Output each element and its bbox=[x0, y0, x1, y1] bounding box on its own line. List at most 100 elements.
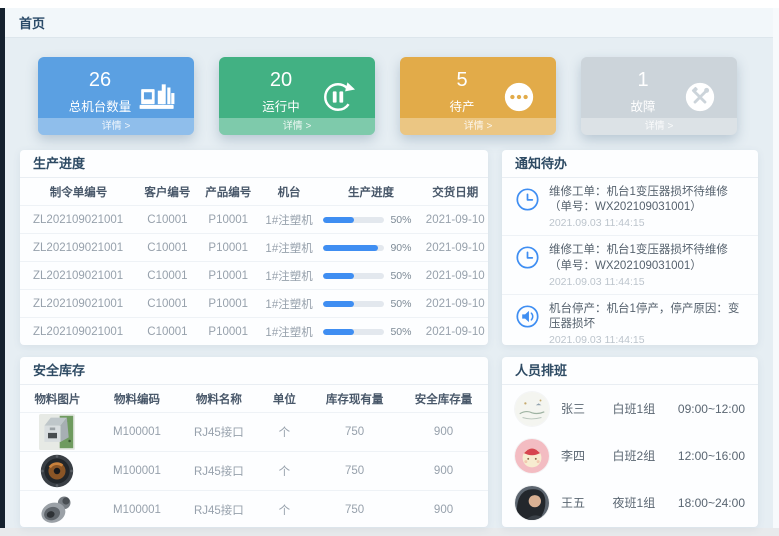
schedule-list: 张三 白班1组 09:00~12:00 李四 白班2组 12:00~16:00 … bbox=[502, 385, 758, 526]
stat-text: 1 故障 bbox=[597, 68, 689, 115]
table-row: ZL202109021001 C10001 P10001 1#注塑机 50% bbox=[20, 318, 488, 346]
machine-cell: 1#注塑机 bbox=[259, 318, 320, 346]
stock-qty-cell: 750 bbox=[310, 491, 399, 528]
stat-text: 26 总机台数量 bbox=[54, 68, 146, 115]
stat-label: 待产 bbox=[449, 96, 474, 115]
order-cell: ZL202109021001 bbox=[20, 290, 137, 318]
detail-link[interactable]: 详情 > bbox=[219, 118, 375, 135]
machine-cell: 1#注塑机 bbox=[259, 206, 320, 234]
progress-track bbox=[323, 273, 384, 279]
shift-time: 09:00~12:00 bbox=[678, 402, 745, 416]
material-image-cell bbox=[20, 452, 95, 491]
material-code-cell: M100001 bbox=[95, 491, 179, 528]
column-header: 安全库存量 bbox=[399, 385, 488, 413]
table-row: ZL202109021001 C10001 P10001 1#注塑机 50% bbox=[20, 206, 488, 234]
safety-qty-cell: 900 bbox=[399, 413, 488, 452]
tab-home[interactable]: 首页 bbox=[19, 13, 45, 32]
column-header: 物料图片 bbox=[20, 385, 95, 413]
column-header: 客户编号 bbox=[137, 178, 198, 206]
progress-track bbox=[323, 301, 384, 307]
stat-label: 总机台数量 bbox=[69, 96, 132, 115]
tools-icon bbox=[681, 80, 719, 114]
avatar-photo bbox=[515, 486, 549, 520]
column-header: 物料编码 bbox=[95, 385, 179, 413]
table-row: M100001 RJ45接口 个 750 900 bbox=[20, 452, 488, 491]
clock-icon bbox=[515, 187, 540, 212]
unit-cell: 个 bbox=[259, 452, 310, 491]
panel-title: 人员排班 bbox=[502, 357, 758, 385]
notification-item[interactable]: 机台停产：机台1停产，停产原因：变压器损坏 2021.09.03 11:44:1… bbox=[502, 295, 758, 345]
stat-card[interactable]: 1 故障 详情 > bbox=[581, 57, 737, 135]
notification-item[interactable]: 维修工单：机台1变压器损坏待维修（单号：WX202109031001） 2021… bbox=[502, 178, 758, 236]
stat-text: 20 运行中 bbox=[235, 68, 327, 115]
material-code-cell: M100001 bbox=[95, 413, 179, 452]
speaker-front-photo bbox=[39, 453, 75, 489]
notification-list: 维修工单：机台1变压器损坏待维修（单号：WX202109031001） 2021… bbox=[502, 178, 758, 345]
production-table: 制令单编号客户编号产品编号机台生产进度交货日期 ZL202109021001 C… bbox=[20, 178, 488, 345]
progress-fill bbox=[323, 273, 353, 279]
safety-qty-cell: 900 bbox=[399, 452, 488, 491]
detail-link[interactable]: 详情 > bbox=[581, 118, 737, 135]
table-header-row: 物料图片物料编码物料名称单位库存现有量安全库存量 bbox=[20, 385, 488, 413]
schedule-row: 李四 白班2组 12:00~16:00 bbox=[502, 432, 758, 479]
tab-bar: 首页 bbox=[5, 8, 773, 38]
column-header: 产品编号 bbox=[198, 178, 259, 206]
column-header: 生产进度 bbox=[319, 178, 422, 206]
panel-title: 生产进度 bbox=[20, 150, 488, 178]
table-row: ZL202109021001 C10001 P10001 1#注塑机 50% bbox=[20, 262, 488, 290]
table-row: ZL202109021001 C10001 P10001 1#注塑机 90% bbox=[20, 234, 488, 262]
notification-item[interactable]: 维修工单：机台1变压器损坏待维修（单号：WX202109031001） 2021… bbox=[502, 236, 758, 294]
stat-card[interactable]: 26 总机台数量 详情 > bbox=[38, 57, 194, 135]
inventory-table: 物料图片物料编码物料名称单位库存现有量安全库存量 M100001 RJ45接口 … bbox=[20, 385, 488, 527]
collapsed-sidebar-edge bbox=[0, 8, 5, 528]
column-header: 库存现有量 bbox=[310, 385, 399, 413]
material-image-cell bbox=[20, 413, 95, 452]
table-row: M100001 RJ45接口 个 750 900 bbox=[20, 413, 488, 452]
stat-card[interactable]: 5 待产 详情 > bbox=[400, 57, 556, 135]
unit-cell: 个 bbox=[259, 413, 310, 452]
personnel-schedule-panel: 人员排班 张三 白班1组 09:00~12:00 李四 白班2组 12:00~1… bbox=[502, 357, 758, 527]
machine-cell: 1#注塑机 bbox=[259, 290, 320, 318]
stat-label: 故障 bbox=[630, 96, 655, 115]
detail-link[interactable]: 详情 > bbox=[400, 118, 556, 135]
date-cell: 2021-09-10 bbox=[422, 318, 488, 346]
product-cell: P10001 bbox=[198, 290, 259, 318]
ellipsis-icon bbox=[500, 80, 538, 114]
order-cell: ZL202109021001 bbox=[20, 318, 137, 346]
table-row: M100001 RJ45接口 个 750 900 bbox=[20, 491, 488, 528]
notification-time: 2021.09.03 11:44:15 bbox=[549, 217, 748, 229]
stat-value: 1 bbox=[637, 68, 648, 92]
right-scrollbar-track[interactable] bbox=[773, 8, 779, 528]
customer-cell: C10001 bbox=[137, 318, 198, 346]
running-icon bbox=[319, 80, 357, 114]
person-name: 王五 bbox=[561, 494, 613, 511]
product-cell: P10001 bbox=[198, 234, 259, 262]
bottom-scrollbar-track[interactable] bbox=[0, 528, 779, 536]
progress-percent: 50% bbox=[390, 298, 416, 310]
schedule-row: 王五 夜班1组 18:00~24:00 bbox=[502, 479, 758, 526]
table-row: ZL202109021001 C10001 P10001 1#注塑机 50% bbox=[20, 290, 488, 318]
progress-track bbox=[323, 217, 384, 223]
notification-time: 2021.09.03 11:44:15 bbox=[549, 334, 748, 345]
notifications-panel: 通知待办 维修工单：机台1变压器损坏待维修（单号：WX202109031001）… bbox=[502, 150, 758, 345]
rj45-photo bbox=[39, 414, 75, 450]
speaker-icon bbox=[515, 304, 540, 329]
customer-cell: C10001 bbox=[137, 234, 198, 262]
stat-value: 5 bbox=[456, 68, 467, 92]
shift-time: 18:00~24:00 bbox=[678, 496, 745, 510]
stat-card[interactable]: 20 运行中 详情 > bbox=[219, 57, 375, 135]
material-code-cell: M100001 bbox=[95, 452, 179, 491]
stat-value: 20 bbox=[270, 68, 292, 92]
progress-percent: 50% bbox=[390, 270, 416, 282]
progress-cell: 50% bbox=[319, 262, 422, 290]
production-progress-panel: 生产进度 制令单编号客户编号产品编号机台生产进度交货日期 ZL202109021… bbox=[20, 150, 488, 345]
shift-label: 夜班1组 bbox=[613, 494, 678, 511]
customer-cell: C10001 bbox=[137, 290, 198, 318]
column-header: 单位 bbox=[259, 385, 310, 413]
column-header: 物料名称 bbox=[179, 385, 259, 413]
progress-percent: 50% bbox=[390, 326, 416, 338]
shift-label: 白班2组 bbox=[613, 447, 678, 464]
column-header: 机台 bbox=[259, 178, 320, 206]
detail-link[interactable]: 详情 > bbox=[38, 118, 194, 135]
notification-text: 机台停产：机台1停产，停产原因：变压器损坏 bbox=[549, 302, 748, 332]
